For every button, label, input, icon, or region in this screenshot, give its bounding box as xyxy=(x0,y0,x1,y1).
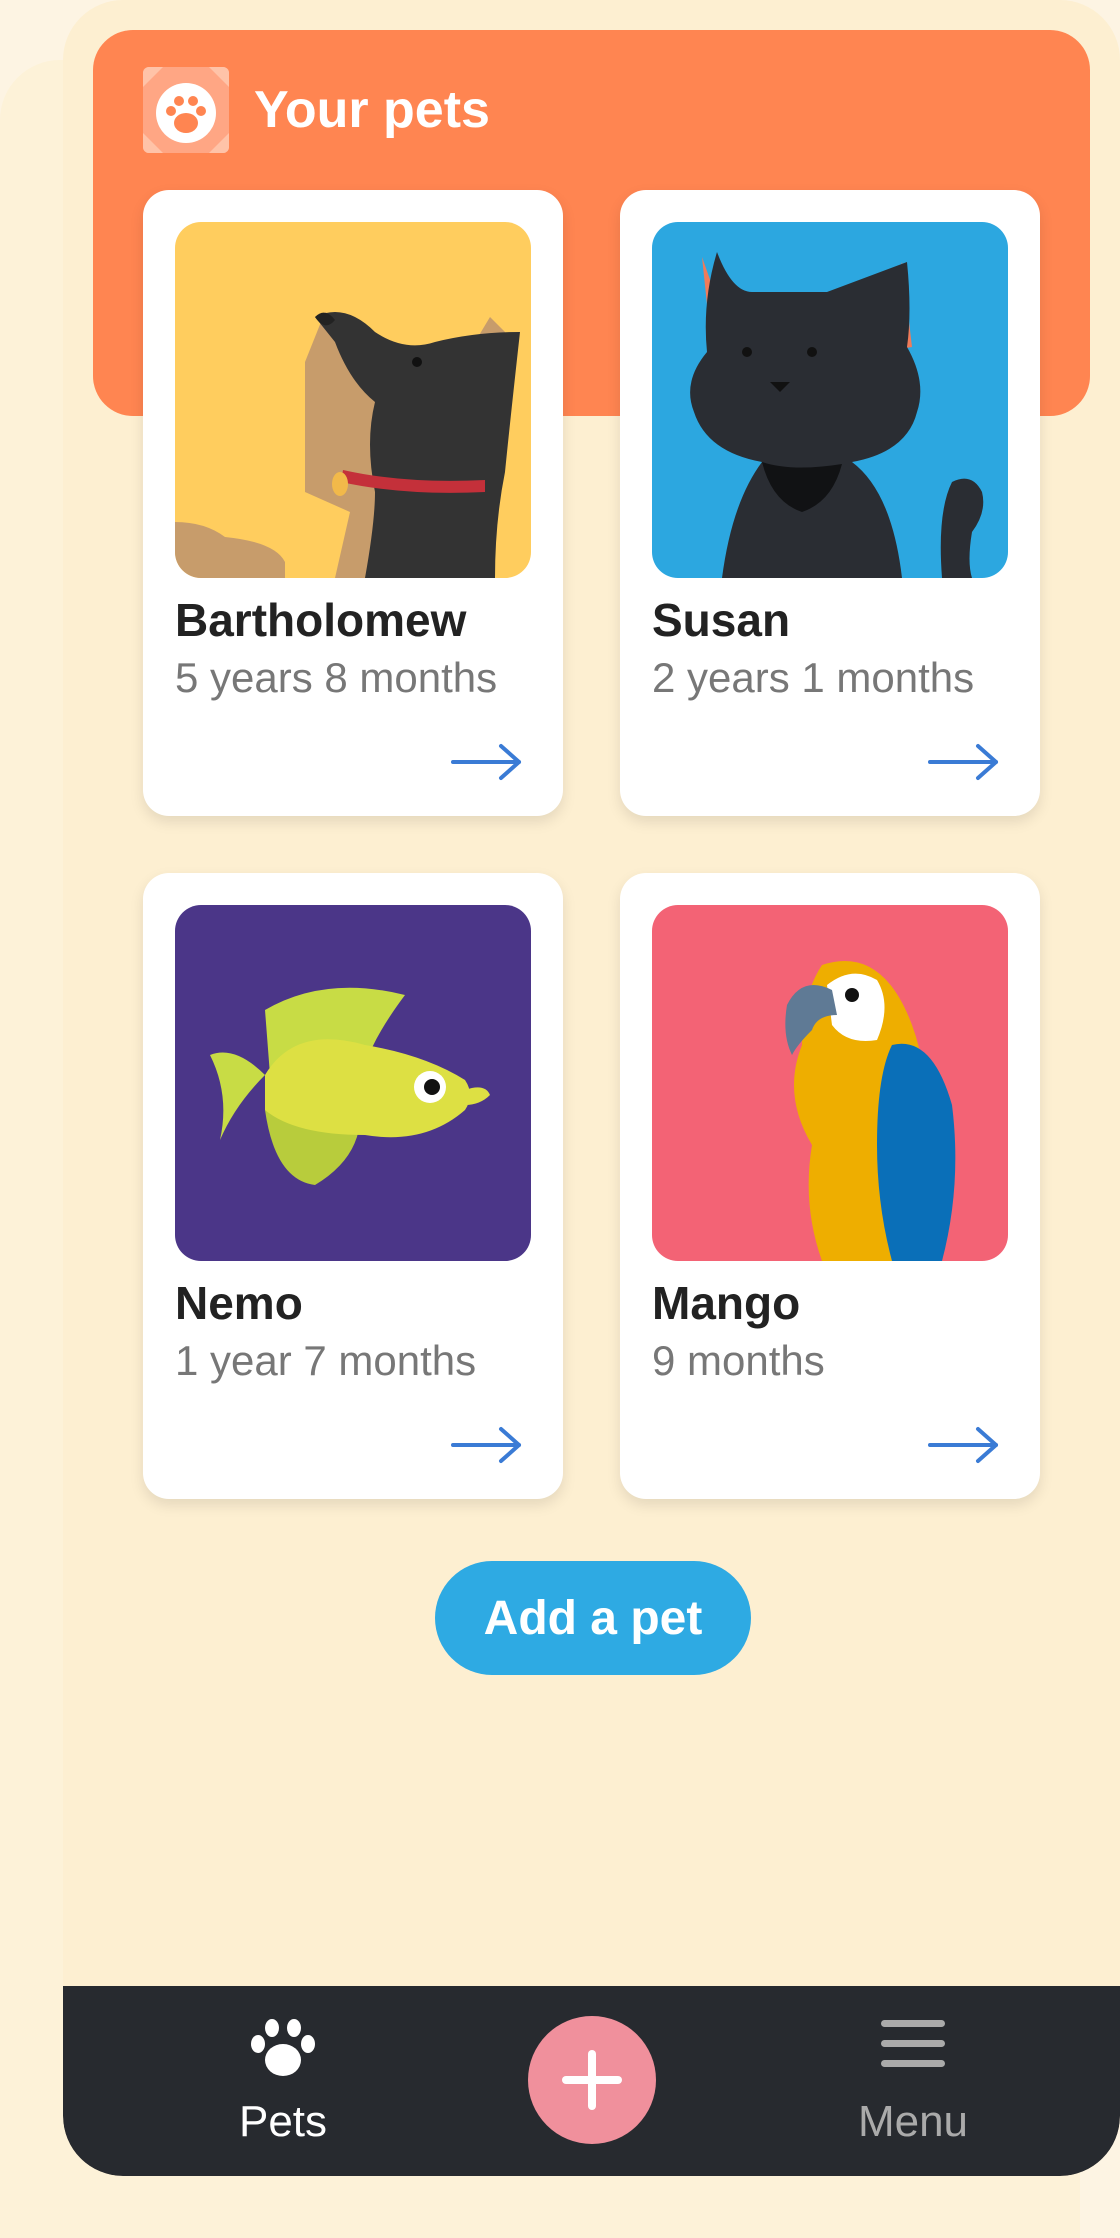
pet-card-susan[interactable]: Susan 2 years 1 months xyxy=(620,190,1040,816)
cat-image xyxy=(652,222,1008,578)
pet-name: Bartholomew xyxy=(175,594,467,646)
add-pet-button[interactable]: Add a pet xyxy=(435,1561,751,1675)
paw-logo-icon xyxy=(143,67,229,153)
add-fab-button[interactable] xyxy=(528,2016,656,2144)
parrot-image xyxy=(652,905,1008,1261)
pet-card-mango[interactable]: Mango 9 months xyxy=(620,873,1040,1499)
arrow-right-icon[interactable] xyxy=(451,742,523,782)
plus-icon xyxy=(562,2050,622,2110)
arrow-right-icon[interactable] xyxy=(928,742,1000,782)
pet-age: 5 years 8 months xyxy=(175,654,498,701)
pet-age: 2 years 1 months xyxy=(652,654,975,701)
page-title: Your pets xyxy=(254,81,490,139)
pet-name: Susan xyxy=(652,594,791,646)
pet-age: 9 months xyxy=(652,1337,825,1384)
app-screen: Your pets Bartholomew 5 years 8 months S… xyxy=(63,0,1120,2176)
pet-card-bartholomew[interactable]: Bartholomew 5 years 8 months xyxy=(143,190,563,816)
dog-image xyxy=(175,222,531,578)
pet-age: 1 year 7 months xyxy=(175,1337,477,1384)
nav-item-pets[interactable]: Pets xyxy=(213,2016,353,2156)
fish-image xyxy=(175,905,531,1261)
pet-card-nemo[interactable]: Nemo 1 year 7 months xyxy=(143,873,563,1499)
pet-name: Mango xyxy=(652,1277,801,1329)
bottom-nav: Pets Menu xyxy=(63,1986,1120,2176)
nav-label-pets: Pets xyxy=(238,2097,328,2146)
nav-label-menu: Menu xyxy=(857,2097,969,2146)
nav-item-menu[interactable]: Menu xyxy=(813,2016,1013,2156)
arrow-right-icon[interactable] xyxy=(928,1425,1000,1465)
pet-name: Nemo xyxy=(175,1277,303,1329)
hamburger-icon xyxy=(881,2020,945,2067)
arrow-right-icon[interactable] xyxy=(451,1425,523,1465)
paw-icon xyxy=(251,2019,315,2076)
